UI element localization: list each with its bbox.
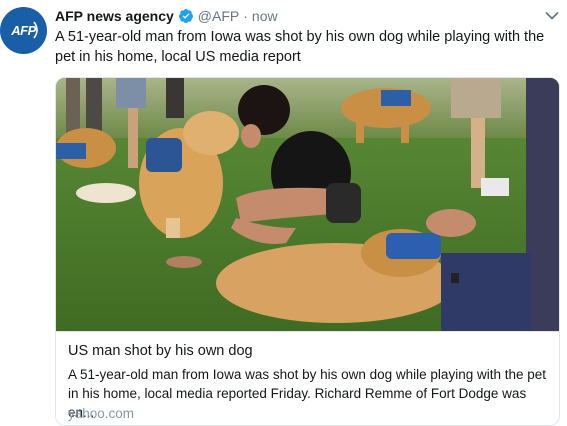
tweet-header: AFP news agency @AFP · now bbox=[55, 6, 278, 26]
card-image bbox=[56, 78, 559, 331]
card-domain[interactable]: yahoo.com bbox=[68, 406, 134, 421]
afp-logo-arc-icon bbox=[33, 21, 38, 39]
card-description: A 51-year-old man from Iowa was shot by … bbox=[68, 367, 546, 420]
avatar[interactable]: AFP bbox=[0, 7, 47, 54]
author-name[interactable]: AFP news agency bbox=[55, 8, 174, 24]
tweet-text: A 51-year-old man from Iowa was shot by … bbox=[55, 29, 545, 65]
card-title[interactable]: US man shot by his own dog bbox=[68, 343, 253, 359]
link-card[interactable]: US man shot by his own dog A 51-year-old… bbox=[55, 77, 560, 426]
verified-badge-icon bbox=[178, 8, 194, 24]
card-body: US man shot by his own dog A 51-year-old… bbox=[56, 331, 559, 421]
header-separator: · bbox=[243, 8, 248, 24]
timestamp[interactable]: now bbox=[252, 8, 278, 24]
chevron-down-icon[interactable] bbox=[545, 8, 559, 26]
author-handle[interactable]: @AFP bbox=[198, 8, 239, 24]
